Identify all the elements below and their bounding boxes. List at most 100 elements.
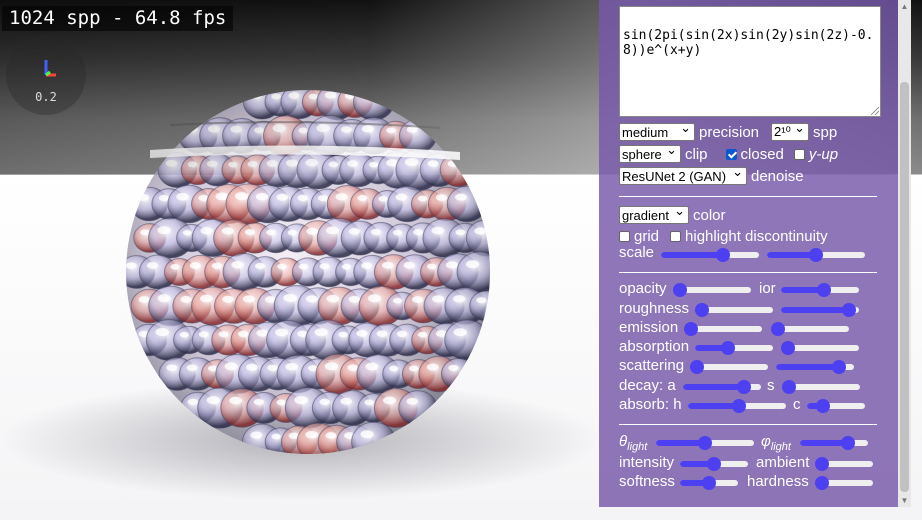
sphere-bubble — [446, 185, 488, 223]
sphere-bubble-highlight — [435, 194, 448, 201]
precision-select[interactable]: medium — [619, 120, 695, 141]
highlight-checkbox[interactable] — [670, 230, 682, 242]
closed-checkbox[interactable] — [725, 148, 737, 160]
ambient-slider[interactable] — [815, 457, 873, 471]
yup-label: y-up — [808, 145, 839, 163]
intensity-slider[interactable] — [680, 457, 748, 471]
sphere-bubble — [247, 120, 281, 152]
sphere-bubble-highlight — [305, 158, 318, 167]
sphere-bubble-highlight — [207, 125, 221, 133]
sphere-bubble-highlight — [157, 294, 171, 303]
sphere-bubble-highlight — [386, 159, 399, 167]
spp-select[interactable]: 2¹⁰ — [771, 120, 810, 141]
sphere-bubble-highlight — [465, 260, 480, 269]
scale-slider-left[interactable] — [661, 248, 759, 262]
sphere-bubble-highlight — [179, 331, 189, 338]
sphere-bubble-highlight — [176, 192, 189, 201]
yup-checkbox[interactable] — [793, 148, 805, 160]
clip-row: sphere clip closed y-up — [619, 142, 839, 164]
sphere-bubble-highlight — [158, 194, 169, 202]
sphere-bubble-highlight — [432, 295, 445, 303]
color-select[interactable]: gradient — [619, 203, 689, 224]
sphere-bubble-highlight — [406, 126, 418, 133]
sphere-bubble — [398, 390, 438, 426]
sphere-bubble-highlight — [229, 396, 243, 405]
equation-input[interactable]: sin(2pi(sin(2x)sin(2y)sin(2z)-0.8))e^(x+… — [619, 6, 881, 117]
absorb-c-slider[interactable] — [807, 399, 865, 413]
opacity-slider[interactable] — [673, 283, 751, 297]
sphere-bubble-highlight — [155, 327, 169, 337]
sphere-bubble — [352, 90, 395, 121]
roughness-slider-right[interactable] — [781, 303, 859, 317]
roughness-slider[interactable] — [695, 303, 773, 317]
absorption-slider-right[interactable] — [781, 341, 859, 355]
sphere-bubble-highlight — [224, 362, 238, 371]
panel-scrollbar[interactable]: ▲ ▼ — [898, 0, 911, 507]
denoise-select[interactable]: ResUNet 2 (GAN) — [619, 164, 747, 185]
sphere-bubble — [242, 90, 282, 120]
sphere-bubble-highlight — [272, 124, 287, 133]
scale-slider-right[interactable] — [767, 248, 865, 262]
scroll-thumb[interactable] — [900, 82, 909, 492]
scroll-down-icon[interactable]: ▼ — [900, 496, 909, 505]
scale-label: scale — [619, 244, 655, 261]
grid-checkbox[interactable] — [619, 230, 630, 242]
sphere-bubble-highlight — [376, 330, 388, 337]
sphere-bubble — [264, 90, 298, 117]
scroll-up-icon[interactable]: ▲ — [900, 2, 909, 11]
sphere-bubble-highlight — [325, 432, 337, 439]
sphere-bubble — [178, 118, 218, 154]
sphere-bubble-highlight — [452, 295, 466, 303]
sphere-bubble-highlight — [294, 395, 308, 405]
sphere-bubble-highlight — [476, 297, 487, 304]
hardness-slider[interactable] — [815, 476, 873, 490]
sphere-bubble-highlight — [361, 262, 373, 269]
sphere-bubble-highlight — [404, 158, 419, 167]
sphere-bubble-highlight — [230, 125, 243, 133]
sphere-bubble-highlight — [367, 294, 382, 303]
sphere-bubble-highlight — [319, 263, 330, 270]
sphere-bubble-highlight — [408, 365, 419, 372]
sphere-bubble — [439, 152, 478, 188]
sphere-bubble-highlight — [266, 229, 276, 236]
phi-light-slider[interactable] — [800, 436, 868, 450]
sphere-bubble-highlight — [361, 125, 374, 133]
absorb-h-slider[interactable] — [688, 399, 786, 413]
sphere-bubble — [440, 358, 477, 390]
sphere-bubble-highlight — [206, 160, 218, 167]
sphere-bubble-highlight — [447, 160, 459, 167]
softness-slider[interactable] — [680, 476, 738, 490]
sphere-bubble-highlight — [157, 226, 171, 235]
decay-s-slider[interactable] — [782, 380, 860, 394]
scattering-slider[interactable] — [690, 360, 768, 374]
phi-symbol: φ — [761, 433, 771, 450]
resize-grip-icon[interactable] — [871, 107, 879, 115]
phi-light-label: φlight — [761, 433, 791, 456]
emission-slider-right[interactable] — [771, 322, 849, 336]
sphere-bubble — [280, 90, 319, 120]
emission-slider[interactable] — [684, 322, 762, 336]
sphere-bubble-highlight — [417, 195, 428, 202]
closed-label: closed — [740, 145, 784, 163]
sphere-bubble-highlight — [360, 430, 374, 439]
sphere-bubble-highlight — [382, 261, 394, 269]
ior-slider[interactable] — [781, 283, 859, 297]
scattering-slider-right[interactable] — [776, 360, 854, 374]
axis-gizmo[interactable]: 0.2 — [6, 35, 86, 115]
sphere-bubble-highlight — [200, 227, 213, 235]
sphere-bubble-highlight — [186, 364, 198, 371]
theta-light-slider[interactable] — [656, 436, 754, 450]
clip-select[interactable]: sphere — [619, 142, 681, 163]
sphere-bubble-highlight — [474, 227, 487, 235]
sphere-bubble-highlight — [338, 331, 348, 338]
sphere-bubble-highlight — [189, 262, 201, 269]
decay-a-slider[interactable] — [683, 380, 761, 394]
sphere-bubble-highlight — [187, 161, 198, 168]
sphere-bubble-highlight — [298, 263, 308, 270]
sphere-bubble-highlight — [222, 295, 234, 303]
absorption-slider[interactable] — [695, 341, 773, 355]
sphere-bubble-highlight — [455, 193, 467, 201]
denoise-label: denoise — [751, 167, 804, 185]
sphere-bubble-highlight — [319, 398, 330, 405]
sphere-bubble-highlight — [187, 398, 199, 406]
